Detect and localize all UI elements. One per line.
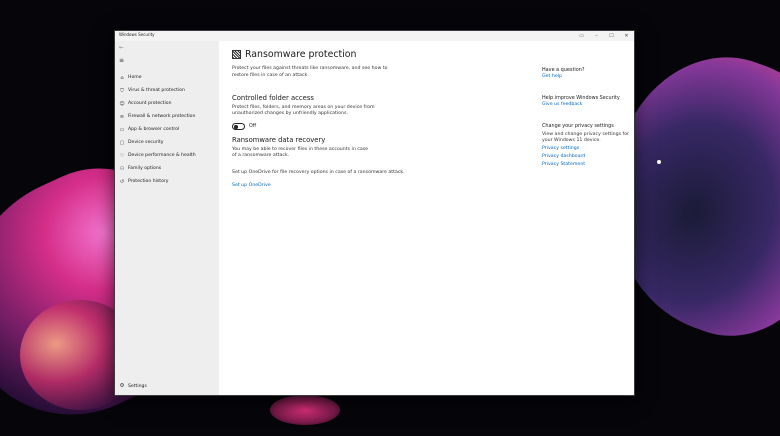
- sidebar-item-device-performance[interactable]: ♡ Device performance & health: [115, 149, 219, 162]
- sidebar-item-label: Family options: [128, 166, 162, 171]
- sidebar-item-label: Virus & threat protection: [128, 88, 185, 93]
- recovery-title: Ransomware data recovery: [232, 135, 326, 144]
- sidebar-nav: ⌂ Home ⛉ Virus & threat protection ☺ Acc…: [115, 71, 219, 188]
- privacy-statement-link[interactable]: Privacy Statement: [542, 161, 632, 169]
- restore-icon[interactable]: ▭: [574, 31, 589, 41]
- sidebar-item-label: Protection history: [128, 179, 169, 184]
- history-icon: ↺: [119, 178, 125, 185]
- cfa-toggle-label: Off: [249, 123, 257, 129]
- sidebar-item-virus-threat[interactable]: ⛉ Virus & threat protection: [115, 84, 219, 97]
- window-controls: ▭ – ☐ ✕: [574, 31, 634, 41]
- privacy-dashboard-link[interactable]: Privacy dashboard: [542, 153, 632, 161]
- minimize-button[interactable]: –: [589, 31, 604, 41]
- privacy-settings-link[interactable]: Privacy settings: [542, 145, 632, 153]
- laptop-icon: ▢: [119, 139, 125, 146]
- family-icon: ⚇: [119, 165, 125, 172]
- gear-icon: ⚙: [119, 383, 125, 389]
- sidebar-item-label: Account protection: [128, 101, 172, 106]
- sidebar-item-label: Settings: [128, 383, 147, 389]
- sidebar-item-device-security[interactable]: ▢ Device security: [115, 136, 219, 149]
- sidebar-item-account[interactable]: ☺ Account protection: [115, 97, 219, 110]
- right-pane: Have a question? Get help Help improve W…: [542, 67, 632, 169]
- sidebar-item-label: Home: [128, 75, 142, 80]
- title-bar[interactable]: Windows Security ▭ – ☐ ✕: [115, 31, 634, 41]
- sidebar-item-home[interactable]: ⌂ Home: [115, 71, 219, 84]
- heart-icon: ♡: [119, 152, 125, 159]
- page-title: Ransomware protection: [245, 48, 357, 60]
- feedback-link[interactable]: Give us feedback: [542, 101, 632, 109]
- cfa-toggle-row: Off: [232, 123, 532, 130]
- sidebar-item-app-browser[interactable]: ▭ App & browser control: [115, 123, 219, 136]
- sidebar-item-label: App & browser control: [128, 127, 180, 132]
- cfa-toggle[interactable]: [232, 123, 245, 130]
- page-header: Ransomware protection: [232, 47, 532, 61]
- onedrive-text: Set up OneDrive for file recovery option…: [232, 170, 405, 176]
- shield-icon: ⛉: [120, 87, 124, 94]
- window-title: Windows Security: [119, 32, 155, 37]
- sidebar-item-label: Device security: [128, 140, 164, 145]
- wifi-icon: ≋: [119, 113, 125, 120]
- page-intro: Protect your files against threats like …: [232, 66, 388, 78]
- recovery-description: You may be able to recover files in thes…: [232, 146, 369, 159]
- get-help-link[interactable]: Get help: [542, 73, 632, 81]
- sidebar-item-protection-history[interactable]: ↺ Protection history: [115, 175, 219, 188]
- wallpaper-shape-bottom: [270, 395, 340, 425]
- app-icon: ▭: [119, 126, 125, 133]
- sidebar-item-family[interactable]: ⚇ Family options: [115, 162, 219, 175]
- mouse-cursor: [657, 160, 661, 164]
- hamburger-menu-icon[interactable]: ≡: [119, 57, 124, 64]
- back-arrow-icon[interactable]: ←: [119, 44, 124, 51]
- sidebar-item-label: Device performance & health: [128, 153, 196, 158]
- person-icon: ☺: [119, 100, 125, 107]
- toggle-knob: [234, 124, 238, 129]
- close-button[interactable]: ✕: [619, 31, 634, 41]
- cfa-description: Protect files, folders, and memory areas…: [232, 104, 375, 117]
- windows-security-window: Windows Security ▭ – ☐ ✕ ← ≡ ⌂ Home ⛉ Vi…: [114, 30, 635, 396]
- sidebar-item-label: Firewall & network protection: [128, 114, 196, 119]
- cfa-title: Controlled folder access: [232, 93, 314, 102]
- privacy-text: View and change privacy settings for you…: [542, 132, 629, 144]
- main-content: Ransomware protection Protect your files…: [232, 47, 532, 188]
- ransomware-icon: [232, 49, 241, 59]
- setup-onedrive-link[interactable]: Set up OneDrive: [232, 183, 532, 188]
- privacy-heading: Change your privacy settings: [542, 123, 614, 129]
- maximize-button[interactable]: ☐: [604, 31, 619, 41]
- sidebar: ← ≡ ⌂ Home ⛉ Virus & threat protection ☺…: [115, 41, 219, 395]
- home-icon: ⌂: [120, 74, 124, 81]
- sidebar-item-settings[interactable]: ⚙ Settings: [115, 380, 219, 392]
- sidebar-item-firewall[interactable]: ≋ Firewall & network protection: [115, 110, 219, 123]
